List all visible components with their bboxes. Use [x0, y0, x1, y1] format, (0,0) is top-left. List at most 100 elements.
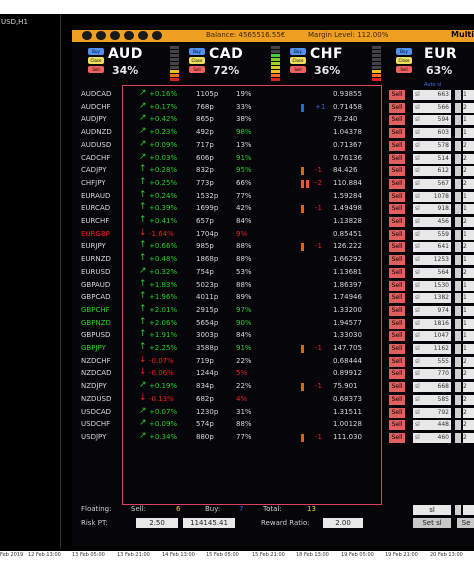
sell-button[interactable]: Sell [389, 255, 405, 266]
sl-input[interactable]: sl 770 [413, 369, 451, 380]
lot-input[interactable]: 2 [463, 242, 474, 253]
set-button[interactable]: Se [457, 518, 474, 528]
lot-input[interactable]: 1 [463, 90, 474, 100]
sell-button[interactable]: Sell [389, 217, 405, 227]
sl-spinner[interactable] [455, 420, 461, 431]
lot-input[interactable]: 1 [463, 255, 474, 266]
sell-button[interactable]: Sell [389, 432, 405, 443]
sl-spinner[interactable] [455, 394, 461, 405]
close-icon[interactable] [152, 31, 162, 40]
sell-button[interactable]: Sell [389, 344, 405, 354]
sl-spinner[interactable] [455, 217, 461, 227]
sl-spinner[interactable] [455, 102, 461, 113]
sl-spinner[interactable] [455, 293, 461, 304]
sell-button[interactable]: Sell [389, 267, 405, 278]
sl-spinner[interactable] [455, 305, 461, 316]
lot-input[interactable]: 1 [463, 305, 474, 316]
lot-input[interactable]: 2 [463, 356, 474, 367]
sl-spinner[interactable] [455, 505, 461, 515]
refresh-icon[interactable] [110, 31, 120, 40]
sl-spinner[interactable] [455, 356, 461, 367]
lot-input[interactable]: 2 [463, 102, 474, 113]
chf-buy-button[interactable]: Buy [290, 48, 306, 55]
lot-input[interactable]: 2 [463, 217, 474, 227]
sl-spinner[interactable] [455, 267, 461, 278]
sell-button[interactable]: Sell [389, 318, 405, 329]
sl-spinner[interactable] [455, 331, 461, 342]
sl-input[interactable]: sl 918 [413, 204, 451, 215]
risk-input[interactable]: 2.50 [136, 518, 178, 528]
sell-button[interactable]: Sell [389, 407, 405, 418]
lot-input[interactable]: 2 [463, 420, 474, 431]
sl-spinner[interactable] [455, 90, 461, 100]
sl-input[interactable]: sl 792 [413, 407, 451, 418]
sl-spinner[interactable] [455, 242, 461, 253]
sell-button[interactable]: Sell [389, 191, 405, 202]
lot-input[interactable]: 2 [463, 432, 474, 443]
sl-spinner[interactable] [455, 204, 461, 215]
cad-buy-button[interactable]: Buy [189, 48, 205, 55]
lot-input[interactable]: 2 [463, 369, 474, 380]
sl-spinner[interactable] [455, 191, 461, 202]
sell-button[interactable]: Sell [389, 331, 405, 342]
sl-spinner[interactable] [455, 178, 461, 189]
sl-input[interactable]: sl 555 [413, 356, 451, 367]
sell-button[interactable]: Sell [389, 166, 405, 177]
eur-close-button[interactable]: Close [396, 57, 412, 64]
sl-spinner[interactable] [455, 115, 461, 126]
sl-spinner[interactable] [455, 432, 461, 443]
aud-sell-button[interactable]: Sell [88, 66, 104, 73]
lot-input[interactable]: 1 [463, 280, 474, 291]
sl-input[interactable]: sl 1253 [413, 255, 451, 266]
lot-input[interactable]: 2 [463, 140, 474, 151]
sell-button[interactable]: Sell [389, 356, 405, 367]
sell-button[interactable]: Sell [389, 153, 405, 164]
cad-sell-button[interactable]: Sell [189, 66, 205, 73]
help-icon[interactable] [82, 31, 92, 40]
sl-input[interactable]: sl 1162 [413, 344, 451, 354]
sell-button[interactable]: Sell [389, 369, 405, 380]
aud-close-button[interactable]: Close [88, 57, 104, 64]
lot-input[interactable]: 1 [463, 318, 474, 329]
sl-input[interactable]: sl 566 [413, 102, 451, 113]
lot-input[interactable]: 2 [463, 394, 474, 405]
sell-button[interactable]: Sell [389, 394, 405, 405]
lot-input[interactable]: 1 [463, 293, 474, 304]
sl-spinner[interactable] [455, 407, 461, 418]
sell-button[interactable]: Sell [389, 90, 405, 100]
sell-button[interactable]: Sell [389, 229, 405, 240]
lot-input[interactable]: 1 [463, 229, 474, 240]
cad-close-button[interactable]: Close [189, 57, 205, 64]
sl-spinner[interactable] [455, 280, 461, 291]
sl-input[interactable]: sl 594 [413, 115, 451, 126]
lot-input[interactable]: 2 [463, 267, 474, 278]
sell-button[interactable]: Sell [389, 242, 405, 253]
sl-spinner[interactable] [455, 318, 461, 329]
eur-sell-button[interactable]: Sell [396, 66, 412, 73]
lot-input[interactable]: 1 [463, 344, 474, 354]
sl-input[interactable]: sl 1816 [413, 318, 451, 329]
sl-spinner[interactable] [455, 382, 461, 393]
sl-spinner[interactable] [455, 166, 461, 177]
sl-spinner[interactable] [455, 153, 461, 164]
sl-input[interactable]: sl 456 [413, 217, 451, 227]
sl-input[interactable]: sl 668 [413, 382, 451, 393]
sl-input[interactable]: sl 448 [413, 420, 451, 431]
sl-extra[interactable] [463, 505, 474, 515]
aud-buy-button[interactable]: Buy [88, 48, 104, 55]
sl-spinner[interactable] [455, 128, 461, 139]
sell-button[interactable]: Sell [389, 382, 405, 393]
sl-input[interactable]: sl 603 [413, 128, 451, 139]
lot-input[interactable]: 2 [463, 166, 474, 177]
sell-button[interactable]: Sell [389, 128, 405, 139]
lot-input[interactable]: 1 [463, 204, 474, 215]
chf-sell-button[interactable]: Sell [290, 66, 306, 73]
lot-input[interactable]: 1 [463, 128, 474, 139]
settings-icon[interactable] [96, 31, 106, 40]
sl-input[interactable]: sl 1047 [413, 331, 451, 342]
lot-input[interactable]: 2 [463, 407, 474, 418]
sl-input[interactable]: sl 585 [413, 394, 451, 405]
money-input[interactable]: 114145.41 [183, 518, 235, 528]
sl-input[interactable]: sl 641 [413, 242, 451, 253]
sl-input[interactable]: sl 612 [413, 166, 451, 177]
